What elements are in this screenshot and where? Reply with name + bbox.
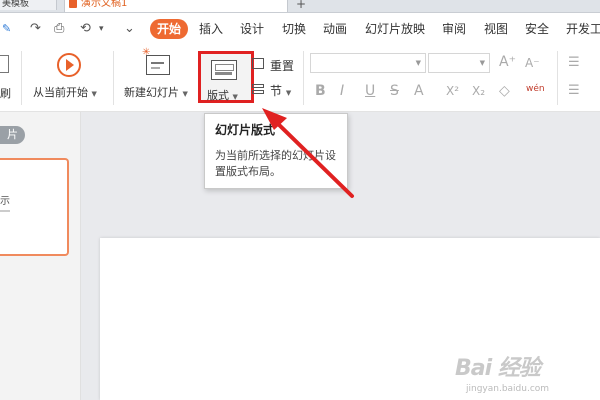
annotation-arrow (262, 108, 354, 198)
watermark-logo: Bai 经验 (455, 356, 541, 381)
watermark-url: jingyan.baidu.com (466, 384, 550, 394)
